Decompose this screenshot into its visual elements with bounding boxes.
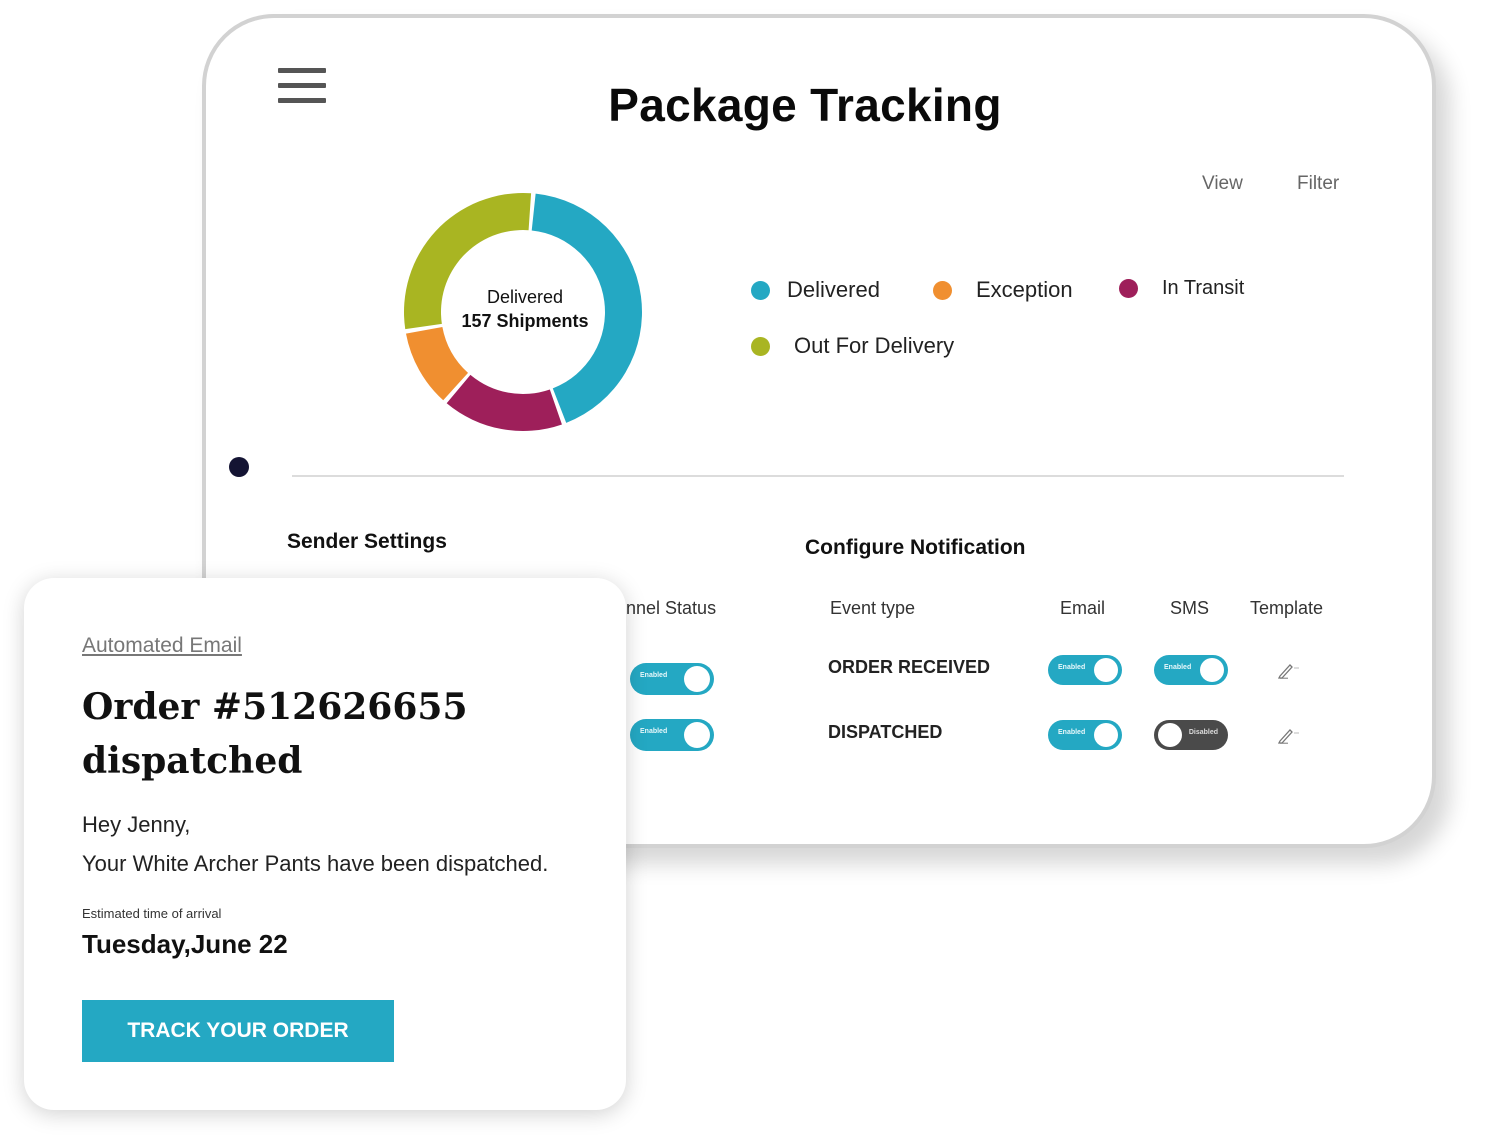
hamburger-menu-icon[interactable] — [278, 68, 326, 104]
legend-item-out-for-delivery: Out For Delivery — [751, 333, 954, 359]
legend-dot — [933, 280, 952, 300]
donut-center-label: Delivered 157 Shipments — [440, 285, 610, 333]
event-type-order-received: ORDER RECEIVED — [828, 657, 991, 677]
view-button[interactable]: View — [1202, 173, 1243, 195]
template-header: Template — [1250, 598, 1324, 618]
filter-button[interactable]: Filter — [1297, 173, 1339, 195]
email-toggle-dispatched[interactable]: Enabled — [1048, 720, 1122, 750]
email-message: Your White Archer Pants have been dispat… — [82, 851, 549, 876]
legend-item-exception: Exception — [933, 277, 1073, 303]
email-toggle-order-received[interactable]: Enabled — [1048, 655, 1122, 685]
legend-item-in-transit: In Transit — [1119, 277, 1244, 300]
legend-label: Out For Delivery — [794, 333, 955, 358]
toggle-state-label: Enabled — [1058, 729, 1086, 736]
toggle-knob — [684, 666, 710, 692]
track-order-button[interactable]: TRACK YOUR ORDER — [82, 1000, 394, 1062]
toggle-knob — [1094, 658, 1118, 682]
sms-toggle-dispatched[interactable]: Disabled — [1154, 720, 1228, 750]
toggle-knob — [1200, 658, 1224, 682]
channel-status-header: annel Status — [616, 598, 717, 618]
edit-template-icon[interactable] — [1277, 661, 1301, 679]
event-type-header: Event type — [830, 598, 916, 618]
event-type-dispatched: DISPATCHED — [828, 722, 943, 742]
legend-dot — [751, 336, 770, 356]
legend-label: In Transit — [1162, 277, 1245, 299]
legend-label: Delivered — [787, 277, 880, 302]
automated-email-link[interactable]: Automated Email — [82, 634, 242, 658]
eta-date: Tuesday,June 22 — [82, 929, 288, 959]
section-divider — [292, 475, 1344, 477]
email-header: Email — [1060, 598, 1106, 618]
toggle-knob — [1094, 723, 1118, 747]
legend-dot — [1119, 279, 1138, 298]
email-greeting: Hey Jenny, — [82, 812, 191, 837]
camera-dot — [229, 457, 249, 477]
legend-dot — [751, 280, 770, 300]
toggle-knob — [1158, 723, 1182, 747]
donut-slice-in-transit — [446, 374, 562, 431]
legend-label: Exception — [976, 277, 1073, 302]
toggle-state-label: Enabled — [640, 728, 668, 735]
toggle-state-label: Enabled — [1058, 664, 1086, 671]
sms-toggle-order-received[interactable]: Enabled — [1154, 655, 1228, 685]
legend-item-delivered: Delivered — [751, 277, 880, 303]
order-heading: Order #512626655 dispatched — [82, 680, 602, 788]
donut-center-count: 157 Shipments — [461, 311, 589, 331]
sms-header: SMS — [1170, 598, 1210, 618]
channel-status-toggle[interactable]: Enabled — [630, 719, 714, 751]
toggle-knob — [684, 722, 710, 748]
channel-status-toggle[interactable]: Enabled — [630, 663, 714, 695]
eta-label: Estimated time of arrival — [82, 906, 222, 921]
sender-settings-title: Sender Settings — [287, 530, 447, 553]
configure-notification-title: Configure Notification — [805, 536, 1026, 559]
page-title: Package Tracking — [608, 79, 1002, 131]
toggle-state-label: Enabled — [1164, 664, 1192, 671]
donut-center-status: Delivered — [486, 287, 564, 307]
toggle-state-label: Enabled — [640, 672, 668, 679]
order-number: Order #512626655 — [82, 686, 468, 728]
order-status: dispatched — [82, 740, 303, 782]
edit-template-icon[interactable] — [1277, 726, 1301, 744]
toggle-state-label: Disabled — [1188, 729, 1218, 736]
